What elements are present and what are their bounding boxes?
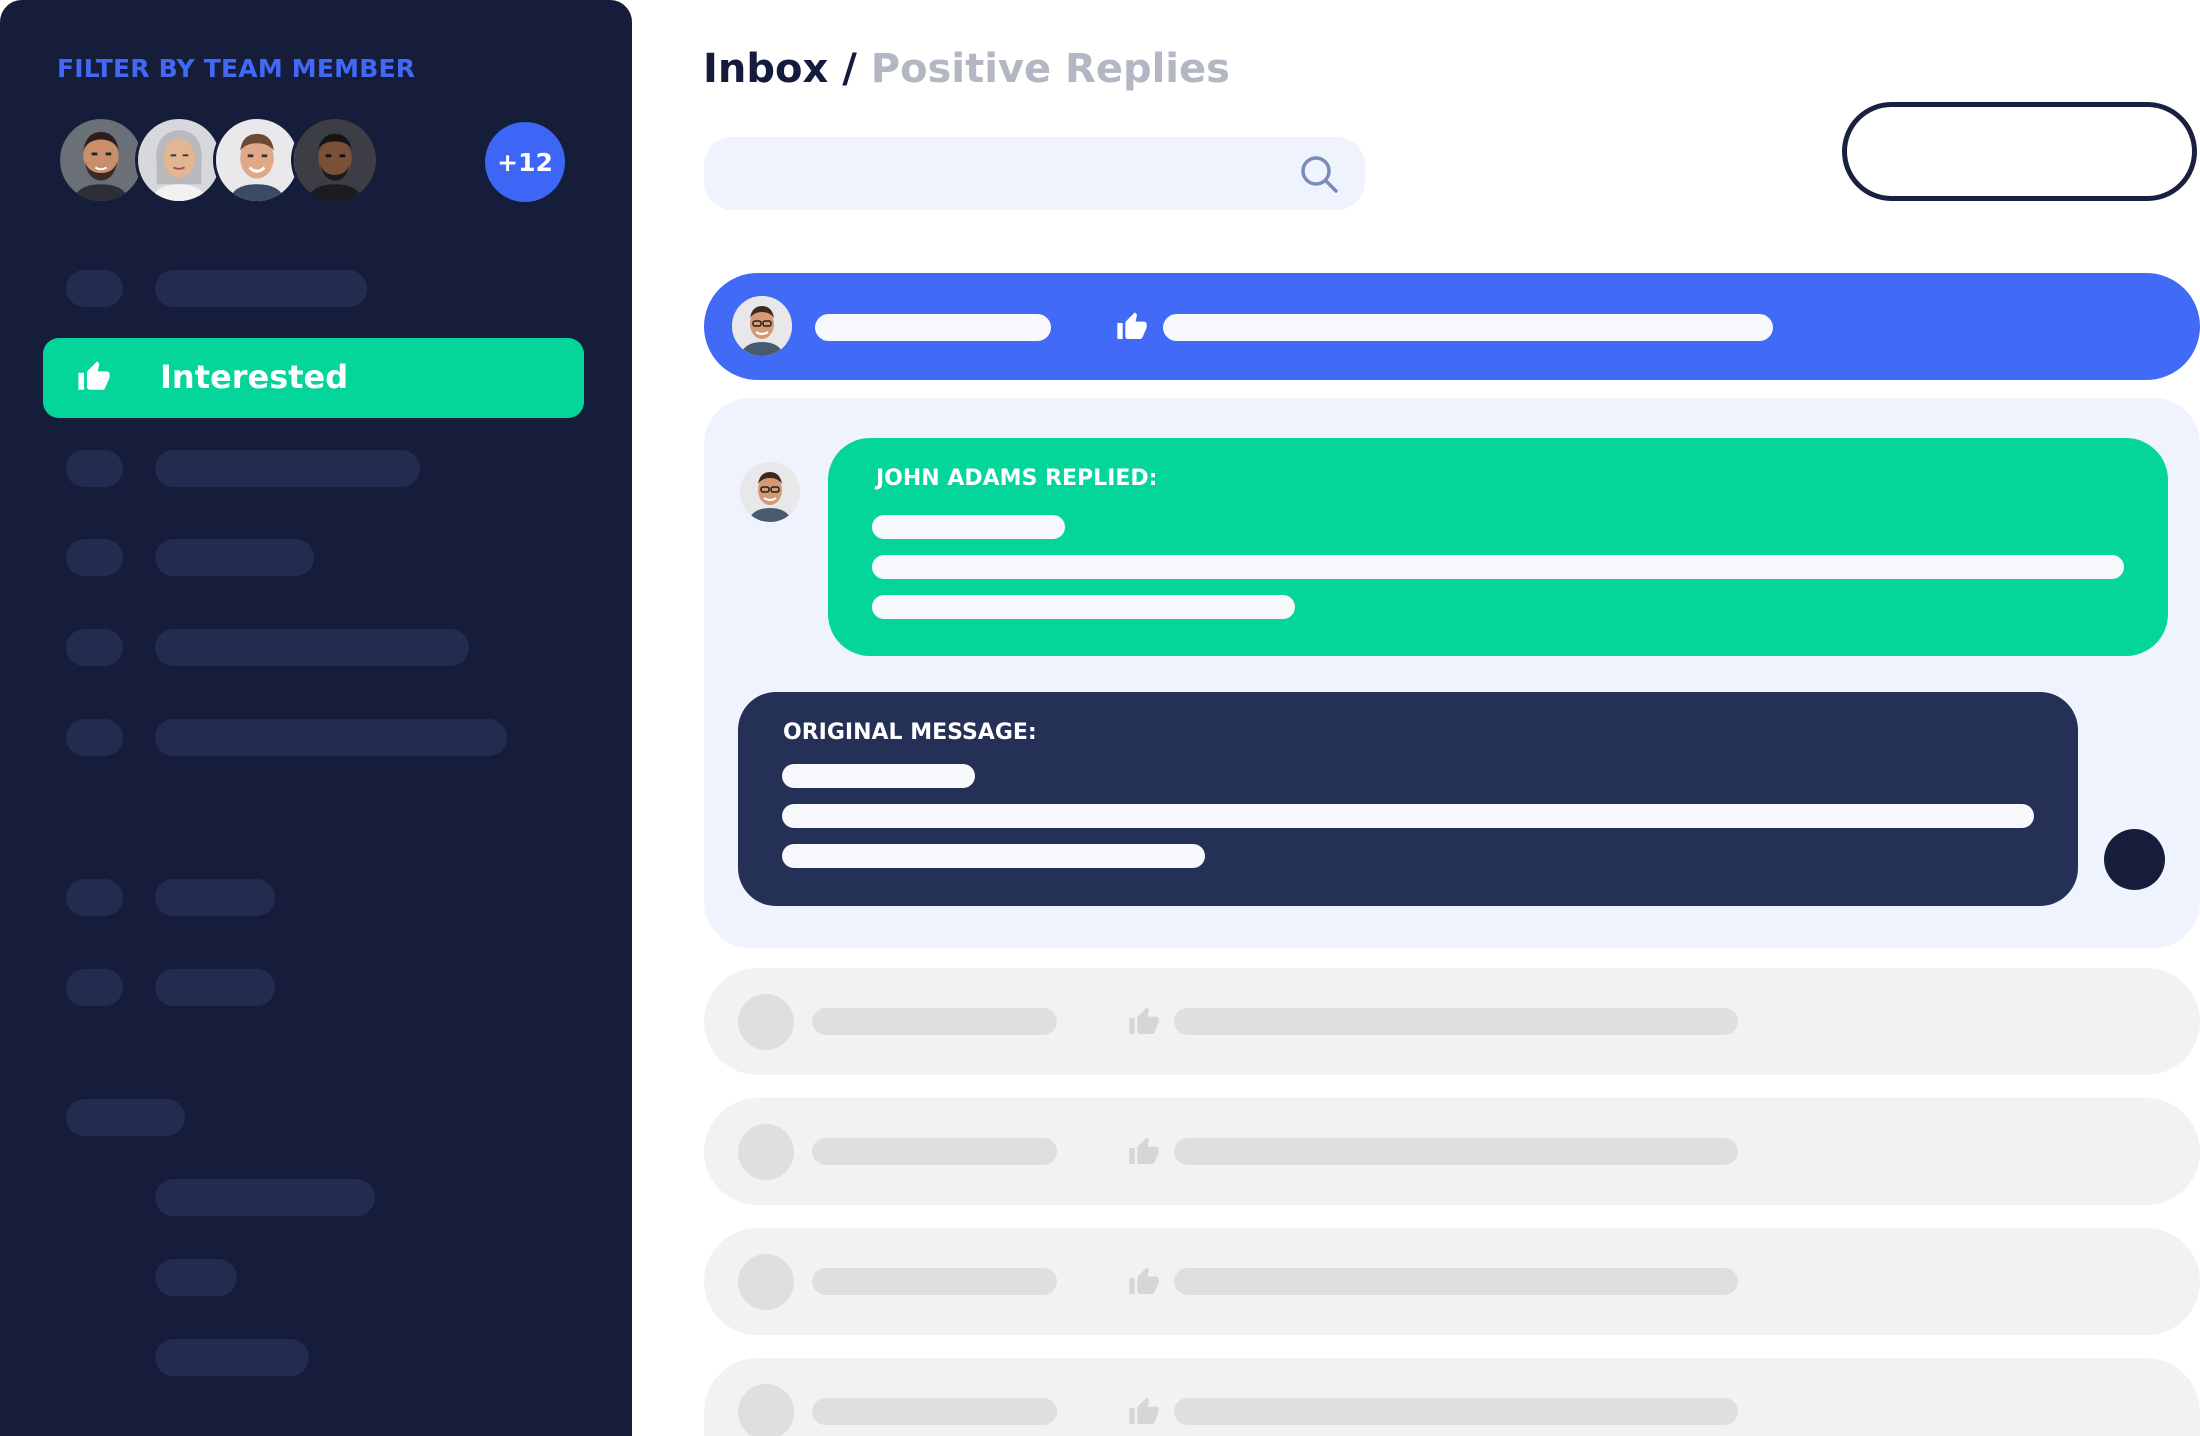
breadcrumb-separator: / xyxy=(828,46,871,92)
avatar-placeholder xyxy=(738,1124,794,1180)
message-preview-placeholder xyxy=(1174,1138,1738,1165)
text-line-placeholder xyxy=(782,804,2034,828)
thumbs-up-icon xyxy=(1129,1137,1159,1164)
menu-item-label-placeholder[interactable] xyxy=(155,450,420,487)
avatar-man-dark-icon xyxy=(294,119,376,201)
section-heading-placeholder xyxy=(66,1099,185,1136)
menu-item-label-placeholder[interactable] xyxy=(155,629,469,666)
menu-item-icon-placeholder xyxy=(66,450,123,487)
sender-name-placeholder xyxy=(812,1268,1057,1295)
conversation-thread: JOHN ADAMS REPLIED: ORIGINAL MESSAGE: xyxy=(704,398,2200,948)
thumbs-up-icon xyxy=(78,361,110,390)
menu-item-icon-placeholder xyxy=(66,270,123,307)
thumbs-up-icon xyxy=(1117,312,1147,339)
breadcrumb: Inbox / Positive Replies xyxy=(703,46,1230,92)
menu-item-icon-placeholder xyxy=(66,879,123,916)
sender-name-placeholder xyxy=(812,1138,1057,1165)
menu-item-label-placeholder[interactable] xyxy=(155,1339,309,1376)
menu-item-label-placeholder[interactable] xyxy=(155,1259,237,1296)
team-member-avatar[interactable] xyxy=(213,116,301,204)
filter-by-team-member-title: FILTER BY TEAM MEMBER xyxy=(57,54,416,83)
thumbs-up-icon xyxy=(1129,1007,1159,1034)
menu-item-icon-placeholder xyxy=(66,719,123,756)
original-message-title: ORIGINAL MESSAGE: xyxy=(783,720,1037,745)
conversation-row[interactable] xyxy=(704,1358,2200,1436)
message-preview-placeholder xyxy=(1174,1008,1738,1035)
search-icon[interactable] xyxy=(1298,153,1340,195)
action-button[interactable] xyxy=(1842,102,2197,201)
avatar-john-adams-icon xyxy=(740,462,800,522)
avatar-john-adams-icon xyxy=(732,296,792,356)
menu-item-label-placeholder[interactable] xyxy=(155,1179,375,1216)
breadcrumb-current: Positive Replies xyxy=(870,46,1230,92)
avatar-woman-grey-hair-icon xyxy=(138,119,220,201)
team-member-avatar[interactable] xyxy=(57,116,145,204)
avatar xyxy=(740,462,800,522)
avatar-placeholder xyxy=(738,1254,794,1310)
original-message-card[interactable]: ORIGINAL MESSAGE: xyxy=(738,692,2078,906)
menu-item-label-placeholder[interactable] xyxy=(155,969,275,1006)
reply-title: JOHN ADAMS REPLIED: xyxy=(876,466,1158,491)
avatar-placeholder xyxy=(738,1384,794,1436)
menu-item-icon-placeholder xyxy=(66,629,123,666)
menu-item-icon-placeholder xyxy=(66,969,123,1006)
avatar-man-smiling-icon xyxy=(216,119,298,201)
sidebar-item-interested[interactable]: Interested xyxy=(43,338,584,418)
menu-item-label-placeholder[interactable] xyxy=(155,539,314,576)
text-line-placeholder xyxy=(782,844,1205,868)
breadcrumb-inbox[interactable]: Inbox xyxy=(703,46,828,92)
message-preview-placeholder xyxy=(1163,314,1773,341)
thumbs-up-icon xyxy=(1129,1397,1159,1424)
conversation-row-selected[interactable] xyxy=(704,273,2200,380)
menu-item-label-placeholder[interactable] xyxy=(155,719,507,756)
message-preview-placeholder xyxy=(1174,1268,1738,1295)
avatar-placeholder xyxy=(738,994,794,1050)
status-dot[interactable] xyxy=(2104,829,2165,890)
text-line-placeholder xyxy=(872,555,2124,579)
search-input[interactable] xyxy=(704,137,1365,210)
menu-item-label-placeholder[interactable] xyxy=(155,879,275,916)
text-line-placeholder xyxy=(782,764,975,788)
menu-item-icon-placeholder xyxy=(66,539,123,576)
sidebar-item-label: Interested xyxy=(160,358,349,396)
more-members-badge[interactable]: +12 xyxy=(485,122,565,202)
thumbs-up-icon xyxy=(1129,1267,1159,1294)
team-member-avatar[interactable] xyxy=(291,116,379,204)
text-line-placeholder xyxy=(872,595,1295,619)
conversation-row[interactable] xyxy=(704,1228,2200,1335)
avatar xyxy=(732,296,792,356)
sidebar: FILTER BY TEAM MEMBER +12 Interested xyxy=(0,0,632,1436)
message-preview-placeholder xyxy=(1174,1398,1738,1425)
sender-name-placeholder xyxy=(812,1008,1057,1035)
text-line-placeholder xyxy=(872,515,1065,539)
sender-name-placeholder xyxy=(812,1398,1057,1425)
conversation-row[interactable] xyxy=(704,968,2200,1075)
conversation-row[interactable] xyxy=(704,1098,2200,1205)
sender-name-placeholder xyxy=(815,314,1051,341)
reply-message-card[interactable]: JOHN ADAMS REPLIED: xyxy=(828,438,2168,656)
menu-item-label-placeholder[interactable] xyxy=(155,270,367,307)
team-member-avatar[interactable] xyxy=(135,116,223,204)
avatar-man-beard-icon xyxy=(60,119,142,201)
